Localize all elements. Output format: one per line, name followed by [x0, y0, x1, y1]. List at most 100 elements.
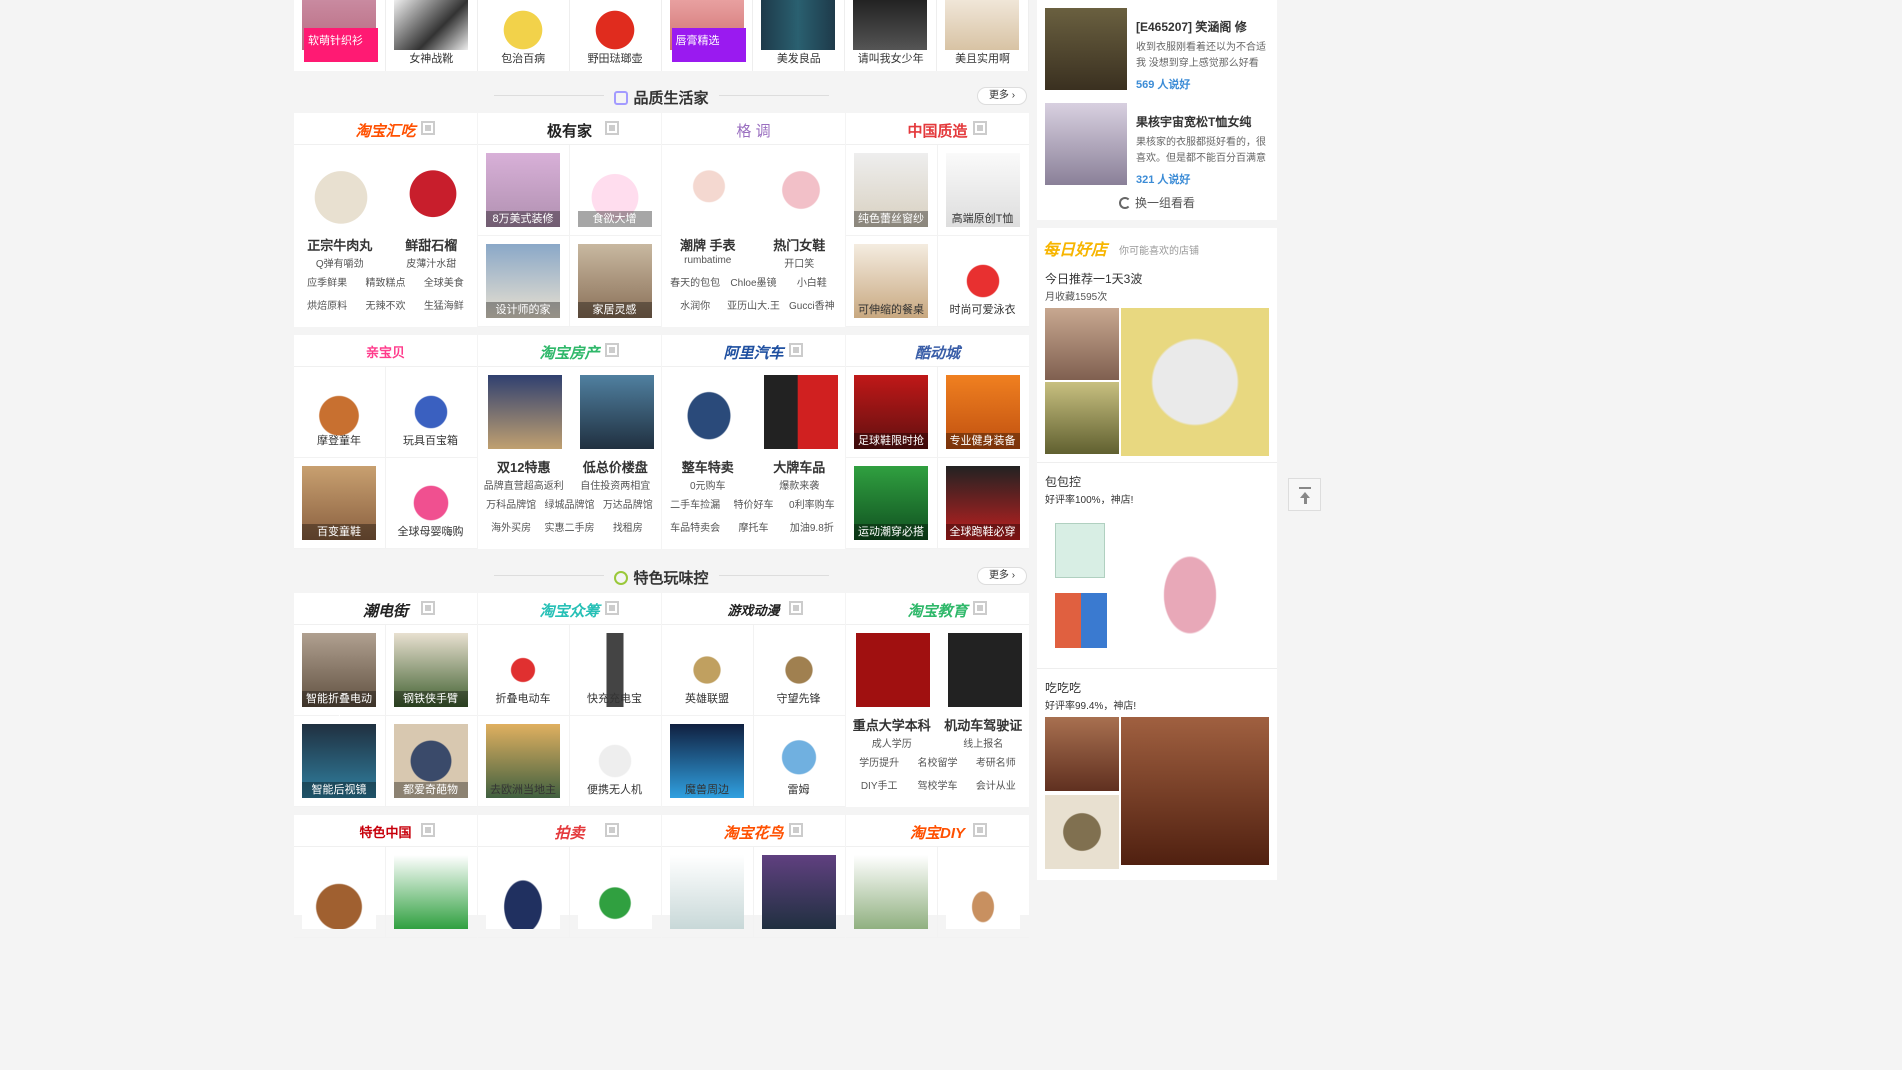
- link[interactable]: 实惠二手房: [540, 520, 598, 543]
- shop-image[interactable]: [1045, 795, 1119, 869]
- brand-logo[interactable]: 淘宝教育: [907, 600, 967, 621]
- link[interactable]: 摩托车: [724, 520, 782, 543]
- brand-logo[interactable]: 中国质造: [907, 120, 967, 141]
- brand-logo[interactable]: 极有家: [547, 120, 592, 141]
- link[interactable]: Chloe墨镜: [724, 275, 782, 298]
- block-header[interactable]: 极有家: [478, 113, 661, 145]
- qrcode-icon[interactable]: [789, 823, 803, 837]
- shop-name[interactable]: 包包控: [1045, 473, 1081, 490]
- brand-logo[interactable]: 游戏动漫: [727, 600, 779, 619]
- refresh-button[interactable]: 换一组看看: [1037, 190, 1277, 220]
- link[interactable]: 应季鲜果: [298, 275, 356, 298]
- link[interactable]: 驾校学车: [908, 778, 966, 801]
- qrcode-icon[interactable]: [605, 823, 619, 837]
- strip-item-1[interactable]: 女神战靴: [386, 0, 478, 71]
- shop-main-image[interactable]: [1145, 529, 1235, 639]
- brand-logo[interactable]: 淘宝DIY: [910, 822, 965, 843]
- block-header[interactable]: 淘宝教育: [846, 593, 1029, 625]
- product-cell[interactable]: 快充充电宝: [569, 625, 661, 716]
- qrcode-icon[interactable]: [605, 343, 619, 357]
- product-cell[interactable]: 纯色蕾丝窗纱: [846, 145, 938, 236]
- link[interactable]: 精致糕点: [356, 275, 414, 298]
- strip-item-6[interactable]: 请叫我女少年: [845, 0, 938, 71]
- product-cell[interactable]: 去欧洲当地主: [478, 716, 570, 807]
- link[interactable]: 全球美食: [415, 275, 473, 298]
- shop-image[interactable]: [1045, 382, 1119, 454]
- product-cell[interactable]: 全球母婴嗨购: [385, 458, 477, 549]
- product-cell[interactable]: 专业健身装备: [937, 367, 1029, 458]
- brand-logo[interactable]: 淘宝汇吃: [355, 120, 415, 141]
- block-header[interactable]: 阿里汽车: [662, 335, 845, 367]
- block-header[interactable]: 淘宝房产: [478, 335, 661, 367]
- shop-image[interactable]: [1055, 523, 1105, 578]
- brand-logo[interactable]: 格 调: [736, 120, 770, 141]
- brand-logo[interactable]: 淘宝众筹: [539, 600, 599, 621]
- post-item[interactable]: 果核宇宙宽松T恤女纯 果核家的衣服都挺好看的，很喜欢。但是都不能百分百满意 32…: [1037, 95, 1277, 190]
- qrcode-icon[interactable]: [605, 601, 619, 615]
- post-image[interactable]: [1045, 103, 1127, 185]
- link[interactable]: 车品特卖会: [666, 520, 724, 543]
- strip-item-2[interactable]: 包治百病: [478, 0, 570, 71]
- link[interactable]: Gucci香神: [783, 298, 841, 321]
- qrcode-icon[interactable]: [789, 601, 803, 615]
- qrcode-icon[interactable]: [421, 121, 435, 135]
- link[interactable]: 水润你: [666, 298, 724, 321]
- featured-item[interactable]: 鲜甜石榴 皮薄汁水甜: [386, 145, 478, 271]
- product-cell[interactable]: 全球跑鞋必穿: [937, 458, 1029, 549]
- brand-logo[interactable]: 淘宝房产: [539, 342, 599, 363]
- product-cell[interactable]: 魔兽周边: [662, 716, 754, 807]
- product-cell[interactable]: 时尚可爱泳衣: [937, 236, 1029, 327]
- link[interactable]: 会计从业: [967, 778, 1025, 801]
- product-cell[interactable]: 家居灵感: [569, 236, 661, 327]
- product-cell[interactable]: 英雄联盟: [662, 625, 754, 716]
- product-cell[interactable]: 玩具百宝箱: [385, 367, 477, 458]
- featured-item[interactable]: 热门女鞋 开口笑: [754, 145, 846, 271]
- qrcode-icon[interactable]: [973, 121, 987, 135]
- brand-logo[interactable]: 拍卖: [554, 822, 584, 843]
- featured-item[interactable]: 大牌车品 爆款来袭: [754, 367, 846, 493]
- qrcode-icon[interactable]: [973, 823, 987, 837]
- brand-logo[interactable]: 酷动城: [915, 342, 960, 363]
- featured-item[interactable]: 低总价楼盘 自住投资两相宜: [570, 367, 662, 493]
- link[interactable]: 名校留学: [908, 755, 966, 778]
- strip-item-0[interactable]: 软萌针织衫: [294, 0, 386, 71]
- link[interactable]: 无辣不欢: [356, 298, 414, 321]
- product-cell[interactable]: 足球鞋限时抢: [846, 367, 938, 458]
- link[interactable]: DIY手工: [850, 778, 908, 801]
- block-header[interactable]: 淘宝汇吃: [294, 113, 477, 145]
- block-header[interactable]: 淘宝众筹: [478, 593, 661, 625]
- block-header[interactable]: 淘宝DIY: [846, 815, 1029, 847]
- product-cell[interactable]: 雷姆: [753, 716, 845, 807]
- product-cell[interactable]: 摩登童年: [294, 367, 386, 458]
- shop-image[interactable]: [1045, 308, 1119, 380]
- featured-item[interactable]: 正宗牛肉丸 Q弹有嚼劲: [294, 145, 386, 271]
- link[interactable]: 生猛海鲜: [415, 298, 473, 321]
- featured-item[interactable]: 机动车驾驶证 线上报名: [938, 625, 1030, 751]
- link[interactable]: 万科品牌馆: [482, 497, 540, 520]
- link[interactable]: 万达品牌馆: [599, 497, 657, 520]
- strip-item-3[interactable]: 野田琺瑯壶: [570, 0, 662, 71]
- link[interactable]: 绿城品牌馆: [540, 497, 598, 520]
- post-title[interactable]: [E465207] 笑涵阁 修: [1136, 18, 1266, 35]
- qrcode-icon[interactable]: [973, 601, 987, 615]
- link[interactable]: 海外买房: [482, 520, 540, 543]
- block-header[interactable]: 游戏动漫: [662, 593, 845, 625]
- block-header[interactable]: 淘宝花鸟: [662, 815, 845, 847]
- brand-logo[interactable]: 亲宝贝: [366, 342, 405, 361]
- link[interactable]: 亚历山大.王: [724, 298, 782, 321]
- featured-item[interactable]: 双12特惠 品牌直营超高返利: [478, 367, 570, 493]
- product-cell[interactable]: [569, 847, 661, 938]
- block-header[interactable]: 特色中国: [294, 815, 477, 847]
- block-header[interactable]: 酷动城: [846, 335, 1029, 367]
- product-cell[interactable]: 钢铁侠手臂: [385, 625, 477, 716]
- block-header[interactable]: 格 调: [662, 113, 845, 145]
- shop-image[interactable]: [1055, 593, 1107, 648]
- product-cell[interactable]: [478, 847, 570, 938]
- product-cell[interactable]: 智能折叠电动车: [294, 625, 386, 721]
- product-cell[interactable]: [294, 847, 386, 938]
- featured-item[interactable]: 潮牌 手表 rumbatime: [662, 145, 754, 271]
- post-title[interactable]: 果核宇宙宽松T恤女纯: [1136, 113, 1266, 130]
- product-cell[interactable]: 百变童鞋: [294, 458, 386, 549]
- strip-item-5[interactable]: 美发良品: [753, 0, 846, 71]
- post-image[interactable]: [1045, 8, 1127, 90]
